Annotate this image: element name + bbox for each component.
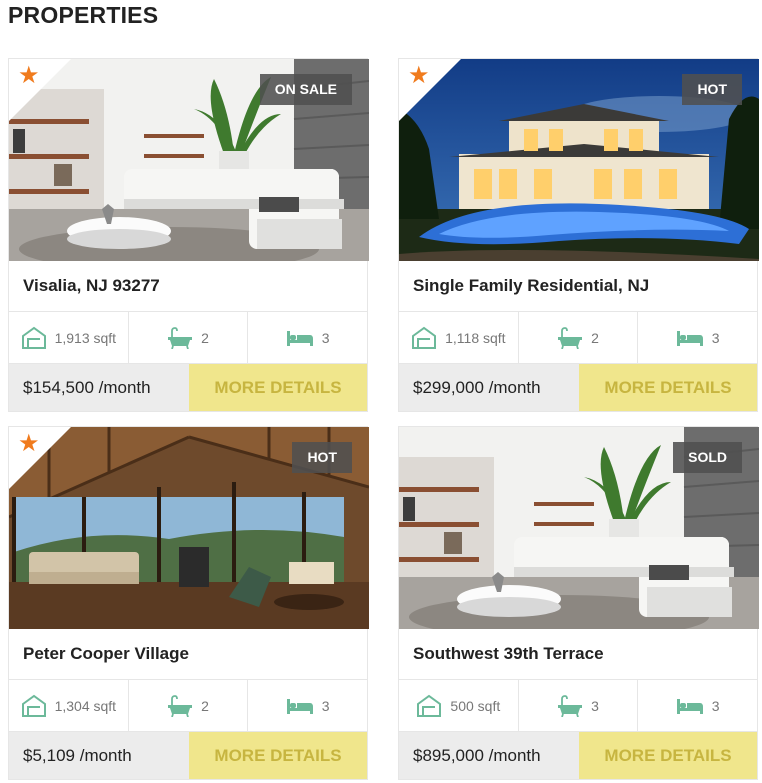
status-badge: SOLD [673,442,742,473]
bath-feature: 2 [519,312,639,363]
bed-icon [676,697,704,715]
more-details-button[interactable]: MORE DETAILS [189,364,367,411]
property-card[interactable]: ★ ON SALE Visalia, NJ 93277 1,913 sqft 2… [8,58,368,412]
bathtub-icon [167,327,193,349]
property-card[interactable]: ★ HOT Peter Cooper Village 1,304 sqft 2 … [8,426,368,780]
bath-count: 2 [201,697,209,714]
area-value: 500 sqft [450,697,501,714]
more-details-button[interactable]: MORE DETAILS [189,732,367,779]
bed-feature: 3 [248,680,367,731]
bath-feature: 3 [519,680,639,731]
area-value: 1,118 sqft [445,329,506,346]
bath-count: 3 [591,697,599,714]
bed-icon [676,329,704,347]
house-outline-icon [416,694,442,718]
bath-count: 2 [201,329,209,346]
price: $154,500 /month [9,364,189,411]
house-outline-icon [21,326,47,350]
bath-feature: 2 [129,680,249,731]
area-feature: 500 sqft [399,680,519,731]
house-outline-icon [411,326,437,350]
property-title[interactable]: Visalia, NJ 93277 [23,276,160,296]
bathtub-icon [557,327,583,349]
status-badge: HOT [682,74,742,105]
bed-icon [286,697,314,715]
property-card[interactable]: ★ HOT Single Family Residential, NJ 1,11… [398,58,758,412]
star-icon: ★ [408,62,430,89]
star-icon: ★ [18,62,40,89]
area-value: 1,304 sqft [54,697,117,714]
bathtub-icon [557,695,583,717]
property-title[interactable]: Southwest 39th Terrace [413,644,604,664]
bath-feature: 2 [129,312,249,363]
more-details-button[interactable]: MORE DETAILS [579,732,757,779]
bed-feature: 3 [638,312,757,363]
house-outline-icon [21,694,47,718]
area-feature: 1,118 sqft [399,312,519,363]
more-details-button[interactable]: MORE DETAILS [579,364,757,411]
bed-icon [286,329,314,347]
bed-feature: 3 [638,680,757,731]
property-title[interactable]: Peter Cooper Village [23,644,189,664]
bed-count: 3 [321,697,330,714]
property-title[interactable]: Single Family Residential, NJ [413,276,649,296]
area-feature: 1,304 sqft [9,680,129,731]
bed-feature: 3 [248,312,367,363]
area-feature: 1,913 sqft [9,312,129,363]
bath-count: 2 [591,329,599,346]
status-badge: ON SALE [259,74,352,105]
bed-count: 3 [711,329,720,346]
bed-count: 3 [711,697,720,714]
status-badge: HOT [292,442,352,473]
price: $299,000 /month [399,364,579,411]
bed-count: 3 [321,329,330,346]
star-icon: ★ [18,430,40,457]
property-card[interactable]: SOLD Southwest 39th Terrace 500 sqft 3 3… [398,426,758,780]
area-value: 1,913 sqft [54,329,117,346]
price: $895,000 /month [399,732,579,779]
bathtub-icon [167,695,193,717]
price: $5,109 /month [9,732,189,779]
section-title: PROPERTIES [8,2,159,28]
